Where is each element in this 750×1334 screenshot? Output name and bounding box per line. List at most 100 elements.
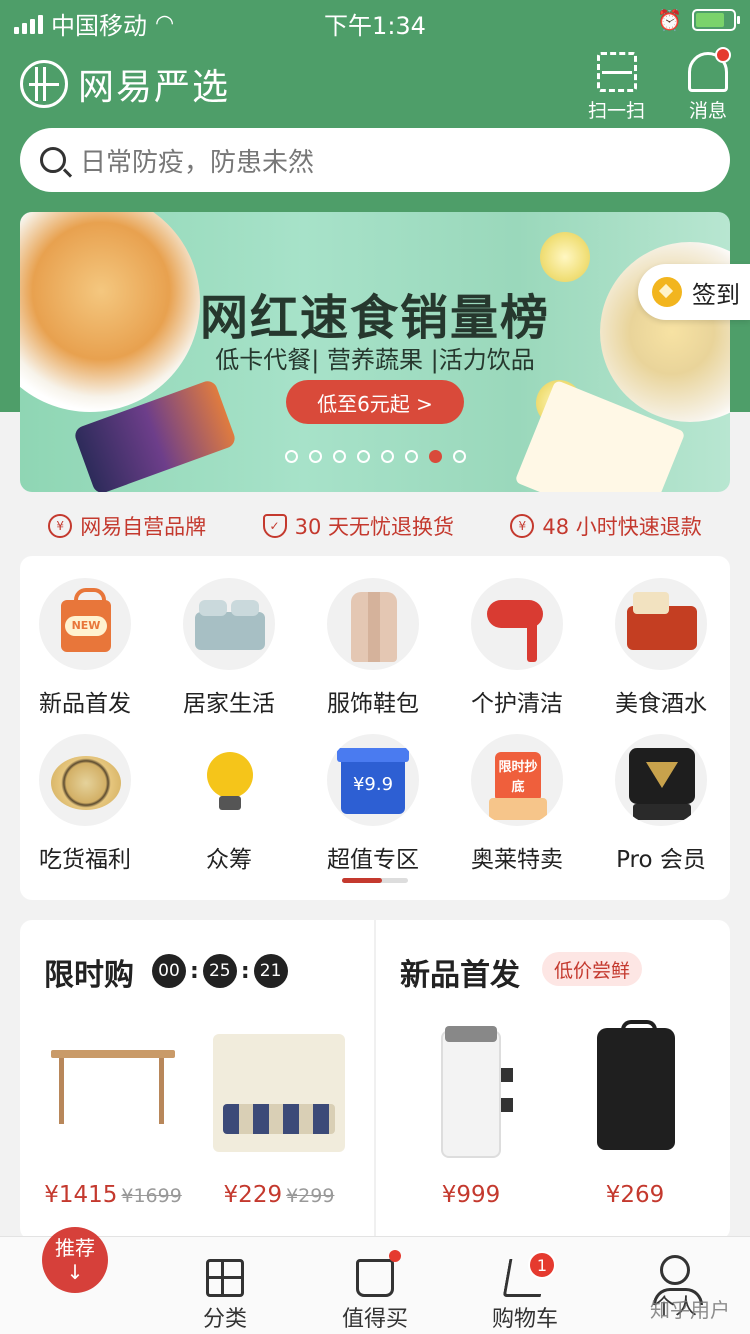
product-price: ¥229 ¥299	[204, 1182, 354, 1208]
messages-button[interactable]: 消息	[688, 47, 731, 123]
new-arrivals-title[interactable]: 新品首发	[400, 950, 520, 994]
search-placeholder: 日常防疫，防患未然	[80, 147, 315, 178]
tab-label: 分类	[202, 1307, 247, 1332]
bottom-tab-bar: 推荐 ↓ 分类 值得买 购物车 个人 1	[0, 1227, 750, 1334]
category-label: 众筹	[206, 847, 252, 873]
promo-banner[interactable]: 网红速食销量榜 低卡代餐| 营养蔬果 |活力饮品 低至6元起 >	[20, 212, 730, 492]
category-home-living[interactable]: 居家生活	[164, 578, 294, 718]
clock: 下午1:34	[324, 12, 426, 40]
category-outlet[interactable]: 限时抄底 奥莱特卖	[452, 734, 582, 874]
carousel-dot-active[interactable]	[428, 450, 442, 463]
countdown-timer: 00 : 25 : 21	[152, 954, 288, 988]
category-label: 居家生活	[183, 691, 275, 717]
pro-trophy-icon	[615, 734, 707, 826]
carousel-dot[interactable]	[356, 450, 370, 463]
app-header: 网易严选 扫一扫 消息	[0, 47, 750, 122]
product-card[interactable]: ¥1415 ¥1699	[38, 1020, 188, 1208]
bell-icon	[688, 47, 731, 92]
scan-button[interactable]: 扫一扫	[588, 52, 645, 123]
category-foodie-deals[interactable]: 吃货福利	[20, 734, 150, 874]
original-price: ¥1699	[121, 1185, 182, 1207]
signin-button[interactable]: 签到	[638, 264, 750, 320]
tab-category[interactable]: 分类	[150, 1237, 300, 1334]
cake-icon	[39, 734, 131, 826]
sale-price: ¥1415	[44, 1182, 118, 1208]
category-label: 美食酒水	[615, 691, 707, 717]
category-icon	[206, 1259, 244, 1297]
carousel-dot[interactable]	[332, 450, 346, 463]
category-value-zone[interactable]: ¥9.9 超值专区	[308, 734, 438, 874]
scan-icon	[596, 52, 637, 92]
search-bar[interactable]: 日常防疫，防患未然	[20, 128, 730, 192]
promise-item[interactable]: ¥ 48 小时快速退款	[510, 511, 702, 541]
logo-icon	[20, 60, 68, 108]
countdown-hours: 00	[152, 954, 186, 988]
service-promises: ¥ 网易自营品牌 ✓ 30 天无忧退换货 ¥ 48 小时快速退款	[0, 506, 750, 546]
carousel-dots	[20, 450, 730, 463]
product-card[interactable]: ¥229 ¥299	[204, 1020, 354, 1208]
flash-sale-icon: 限时抄底	[471, 734, 563, 826]
category-crowdfunding[interactable]: 众筹	[164, 734, 294, 874]
product-card[interactable]: ¥999	[396, 1020, 546, 1208]
alarm-icon: ⏰	[657, 8, 682, 32]
value-badge: ¥9.9	[337, 748, 409, 814]
sale-price: ¥229	[223, 1182, 283, 1208]
countdown-seconds: 21	[253, 954, 288, 988]
coin-icon	[652, 277, 682, 307]
lemon-image	[540, 232, 590, 282]
promise-text: 30 天无忧退换货	[294, 515, 454, 539]
tab-worth-buying[interactable]: 值得买	[300, 1237, 450, 1334]
category-label: 服饰鞋包	[327, 691, 419, 717]
promise-item[interactable]: ✓ 30 天无忧退换货	[262, 511, 454, 541]
product-price: ¥1415 ¥1699	[38, 1182, 188, 1208]
unread-dot	[715, 47, 731, 63]
bed-icon	[183, 578, 275, 670]
category-label: 超值专区	[327, 847, 419, 873]
signin-label: 签到	[692, 280, 740, 309]
category-label: 奥莱特卖	[471, 847, 563, 873]
carousel-dot[interactable]	[452, 450, 466, 463]
flash-sale-title[interactable]: 限时购	[44, 950, 134, 994]
app-logo: 网易严选	[20, 58, 230, 110]
carousel-dot[interactable]	[380, 450, 394, 463]
lightbulb-icon	[183, 734, 275, 826]
recommend-button[interactable]: 推荐 ↓	[42, 1227, 108, 1293]
tab-cart[interactable]: 购物车	[450, 1237, 600, 1334]
category-label: 新品首发	[39, 691, 131, 717]
tab-label: 推荐	[55, 1236, 95, 1260]
category-label: 吃货福利	[39, 847, 131, 873]
carousel-dot[interactable]	[308, 450, 322, 463]
scan-label: 扫一扫	[588, 100, 646, 122]
original-price: ¥299	[286, 1185, 335, 1207]
dining-table-image	[43, 1020, 183, 1160]
section-divider	[374, 920, 376, 1240]
banner-subtitle: 低卡代餐| 营养蔬果 |活力饮品	[215, 346, 535, 374]
category-new-arrivals[interactable]: 新品首发	[20, 578, 150, 718]
battery-icon	[692, 9, 740, 31]
carousel-dot[interactable]	[404, 450, 418, 463]
category-apparel[interactable]: 服饰鞋包	[308, 578, 438, 718]
category-pro-member[interactable]: Pro 会员	[596, 734, 726, 874]
promise-item[interactable]: ¥ 网易自营品牌	[48, 511, 206, 541]
banner-title: 网红速食销量榜	[199, 290, 550, 346]
food-disposer-image	[401, 1020, 541, 1160]
shirt-icon	[327, 578, 419, 670]
tab-label: 值得买	[341, 1307, 408, 1332]
user-icon	[653, 1255, 703, 1305]
tab-recommend[interactable]: 推荐 ↓	[0, 1227, 150, 1334]
play-mat-image	[209, 1020, 349, 1160]
product-price: ¥269	[605, 1182, 665, 1208]
app-name: 网易严选	[78, 67, 231, 108]
category-grid: 新品首发 居家生活 服饰鞋包 个护清洁 美食酒水 吃货福利 众筹 ¥9.9 超值…	[20, 556, 730, 900]
category-personal-care[interactable]: 个护清洁	[452, 578, 582, 718]
status-bar: 中国移动 ◠ 下午1:34 ⏰	[0, 0, 750, 40]
cart-count-badge: 1	[528, 1251, 556, 1279]
messages-label: 消息	[688, 100, 727, 122]
product-card[interactable]: ¥269	[560, 1020, 710, 1208]
banner-cta-button[interactable]: 低至6元起 >	[286, 380, 464, 424]
countdown-minutes: 25	[202, 954, 237, 988]
carousel-dot[interactable]	[284, 450, 298, 463]
deals-section: 限时购 00 : 25 : 21 ¥1415 ¥1699 ¥229 ¥299 新品首…	[20, 920, 730, 1240]
category-food-drinks[interactable]: 美食酒水	[596, 578, 726, 718]
crayfish-icon	[615, 578, 707, 670]
